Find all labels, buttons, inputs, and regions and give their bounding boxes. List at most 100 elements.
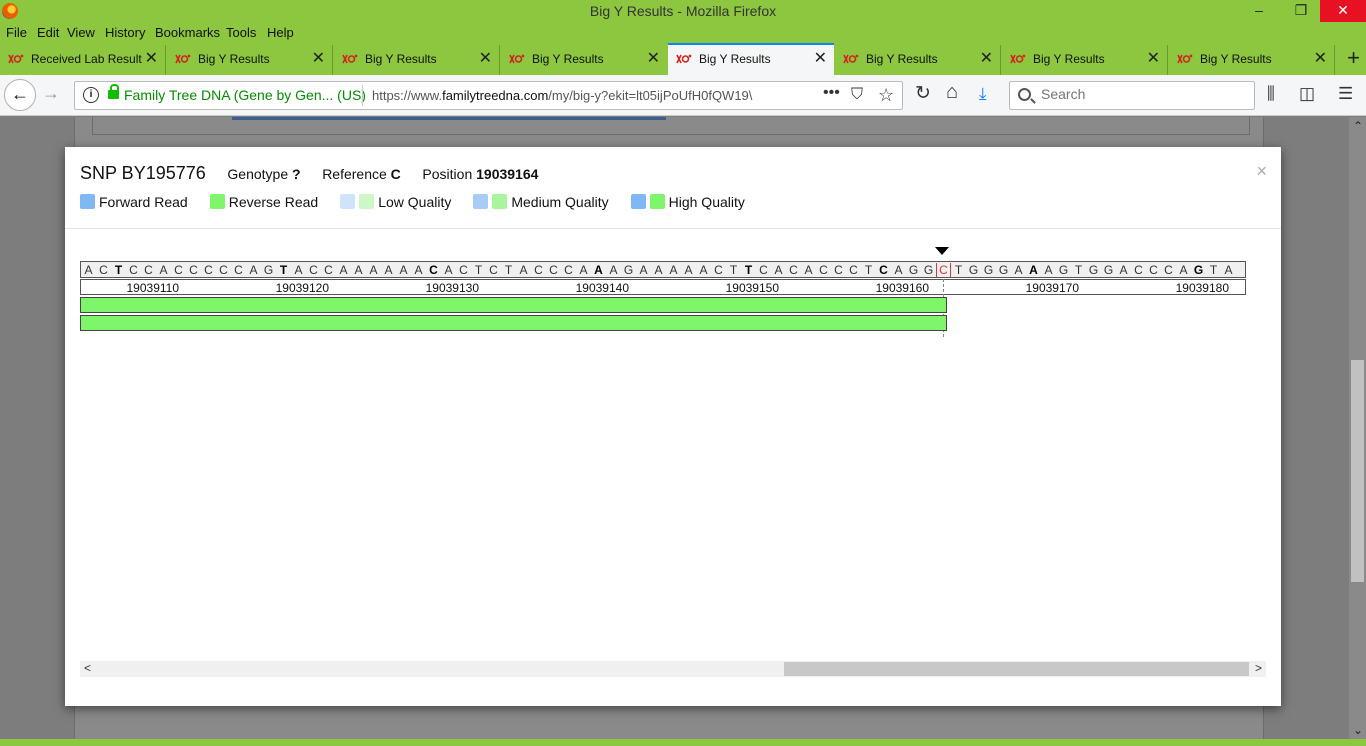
tab-8[interactable]: Big Y Results ✕ bbox=[1169, 45, 1335, 75]
menu-edit[interactable]: Edit bbox=[37, 25, 59, 40]
sequence-base: C bbox=[189, 263, 198, 277]
read-bar-reverse[interactable] bbox=[80, 315, 947, 331]
tab-close-icon[interactable]: ✕ bbox=[980, 45, 993, 73]
page-scrollbar[interactable]: ⌃ ⌄ bbox=[1349, 117, 1366, 746]
sequence-base: A bbox=[669, 263, 678, 277]
tab-close-icon[interactable]: ✕ bbox=[479, 45, 492, 73]
home-icon[interactable]: ⌂ bbox=[946, 81, 958, 104]
new-tab-button[interactable]: + bbox=[1347, 45, 1360, 71]
tab-label: Big Y Results bbox=[532, 52, 604, 66]
search-box[interactable] bbox=[1009, 81, 1255, 110]
sequence-base: C bbox=[1149, 263, 1158, 277]
tab-close-icon[interactable]: ✕ bbox=[312, 45, 325, 73]
hamburger-menu-icon[interactable]: ☰ bbox=[1338, 84, 1353, 104]
sequence-base: A bbox=[1179, 263, 1188, 277]
pocket-icon[interactable]: ⛉ bbox=[851, 86, 863, 104]
legend-label: Reverse Read bbox=[228, 194, 319, 211]
tab-5[interactable]: Big Y Results ✕ bbox=[668, 43, 834, 75]
menu-history[interactable]: History bbox=[105, 25, 145, 40]
tab-3[interactable]: Big Y Results ✕ bbox=[334, 45, 500, 75]
scroll-up-arrow-icon[interactable]: ⌃ bbox=[1353, 119, 1363, 133]
horizontal-scrollbar-thumb[interactable] bbox=[784, 662, 1249, 676]
url-bar[interactable]: i Family Tree DNA (Gene by Gen... (US) h… bbox=[74, 81, 903, 110]
tab-1[interactable]: Received Lab Result ✕ bbox=[0, 45, 166, 75]
sequence-base: T bbox=[864, 263, 873, 277]
sequence-base: C bbox=[549, 263, 558, 277]
sequence-base: A bbox=[384, 263, 393, 277]
sequence-base: C bbox=[819, 263, 828, 277]
sidebar-icon[interactable]: ◫ bbox=[1299, 84, 1315, 104]
sequence-base: A bbox=[579, 263, 588, 277]
sequence-base: C bbox=[144, 263, 153, 277]
menu-view[interactable]: View bbox=[67, 25, 95, 40]
back-button[interactable]: ← bbox=[4, 79, 36, 111]
sequence-base: C bbox=[309, 263, 318, 277]
sequence-base: A bbox=[1119, 263, 1128, 277]
menu-bookmarks[interactable]: Bookmarks bbox=[155, 25, 220, 40]
tab-2[interactable]: Big Y Results ✕ bbox=[167, 45, 333, 75]
sequence-base: A bbox=[594, 263, 603, 277]
read-bar-reverse[interactable] bbox=[80, 297, 947, 313]
tab-6[interactable]: Big Y Results ✕ bbox=[835, 45, 1001, 75]
sequence-base: A bbox=[339, 263, 348, 277]
url-prefix: https://www. bbox=[372, 88, 443, 103]
sequence-base: T bbox=[114, 263, 123, 277]
sequence-base: T bbox=[954, 263, 963, 277]
legend-label: Low Quality bbox=[378, 194, 452, 211]
position-tick-label: 19039160 bbox=[875, 281, 929, 295]
tab-label: Big Y Results bbox=[1033, 52, 1105, 66]
scroll-left-arrow-icon[interactable]: < bbox=[84, 661, 91, 675]
minimize-button[interactable]: – bbox=[1244, 0, 1274, 22]
tab-close-icon[interactable]: ✕ bbox=[814, 45, 827, 73]
tab-7[interactable]: Big Y Results ✕ bbox=[1002, 45, 1168, 75]
menu-tools[interactable]: Tools bbox=[226, 25, 256, 40]
tab-close-icon[interactable]: ✕ bbox=[1147, 45, 1160, 73]
maximize-button[interactable]: ❐ bbox=[1286, 0, 1316, 22]
scroll-right-arrow-icon[interactable]: > bbox=[1255, 661, 1262, 675]
info-icon[interactable]: i bbox=[83, 87, 99, 103]
scroll-down-arrow-icon[interactable]: ⌄ bbox=[1353, 723, 1363, 737]
legend-swatch bbox=[359, 194, 375, 210]
sequence-base: C bbox=[324, 263, 333, 277]
site-identity[interactable]: Family Tree DNA (Gene by Gen... (US) bbox=[124, 87, 366, 103]
tab-close-icon[interactable]: ✕ bbox=[647, 45, 660, 73]
url-text[interactable]: https://www.familytreedna.com/my/big-y?e… bbox=[372, 88, 792, 103]
modal-close-button[interactable]: × bbox=[1256, 161, 1267, 182]
bookmark-star-icon[interactable]: ☆ bbox=[878, 85, 894, 106]
menu-help[interactable]: Help bbox=[267, 25, 294, 40]
legend: Forward Read Reverse Read Low Quality Mediu… bbox=[80, 193, 767, 210]
forward-button[interactable]: → bbox=[42, 83, 60, 104]
sequence-base: C bbox=[534, 263, 543, 277]
horizontal-scrollbar[interactable]: < > bbox=[80, 661, 1266, 677]
sequence-base: A bbox=[84, 263, 93, 277]
tab-4[interactable]: Big Y Results ✕ bbox=[501, 45, 667, 75]
tab-close-icon[interactable]: ✕ bbox=[145, 45, 158, 73]
lock-icon bbox=[108, 84, 119, 99]
sequence-base: G bbox=[968, 263, 979, 277]
position-ruler: 19039110 19039120 19039130 19039140 19039150… bbox=[80, 279, 1246, 295]
sequence-base: T bbox=[474, 263, 483, 277]
legend-label: Medium Quality bbox=[511, 194, 609, 211]
window-title: Big Y Results - Mozilla Firefox bbox=[589, 3, 777, 19]
position-tick-label: 19039130 bbox=[425, 281, 479, 295]
genotype-info: Genotype ? bbox=[227, 166, 300, 182]
download-icon[interactable]: ⤓ bbox=[979, 84, 987, 104]
sequence-base: A bbox=[894, 263, 903, 277]
reference-base: C bbox=[936, 263, 951, 277]
legend-swatch bbox=[80, 194, 95, 210]
sequence-base: A bbox=[684, 263, 693, 277]
read-viewer: ACTCCACCCCCAGTACCAAAAAACACTCTACCCAAAGAAA… bbox=[80, 247, 1266, 677]
sequence-base: G bbox=[1058, 263, 1069, 277]
close-window-button[interactable]: ✕ bbox=[1320, 0, 1366, 22]
search-input[interactable] bbox=[1041, 86, 1241, 102]
tab-close-icon[interactable]: ✕ bbox=[1314, 45, 1327, 73]
url-domain: familytreedna.com bbox=[442, 88, 549, 103]
page-actions-icon[interactable]: ••• bbox=[823, 84, 840, 102]
page-scrollbar-thumb[interactable] bbox=[1351, 360, 1364, 582]
sequence-base: C bbox=[879, 263, 888, 277]
sequence-base: T bbox=[1074, 263, 1083, 277]
url-divider bbox=[362, 85, 363, 106]
menu-file[interactable]: File bbox=[6, 25, 27, 40]
library-icon[interactable]: ⫼ bbox=[1267, 84, 1275, 104]
reload-icon[interactable]: ↻ bbox=[915, 82, 931, 105]
